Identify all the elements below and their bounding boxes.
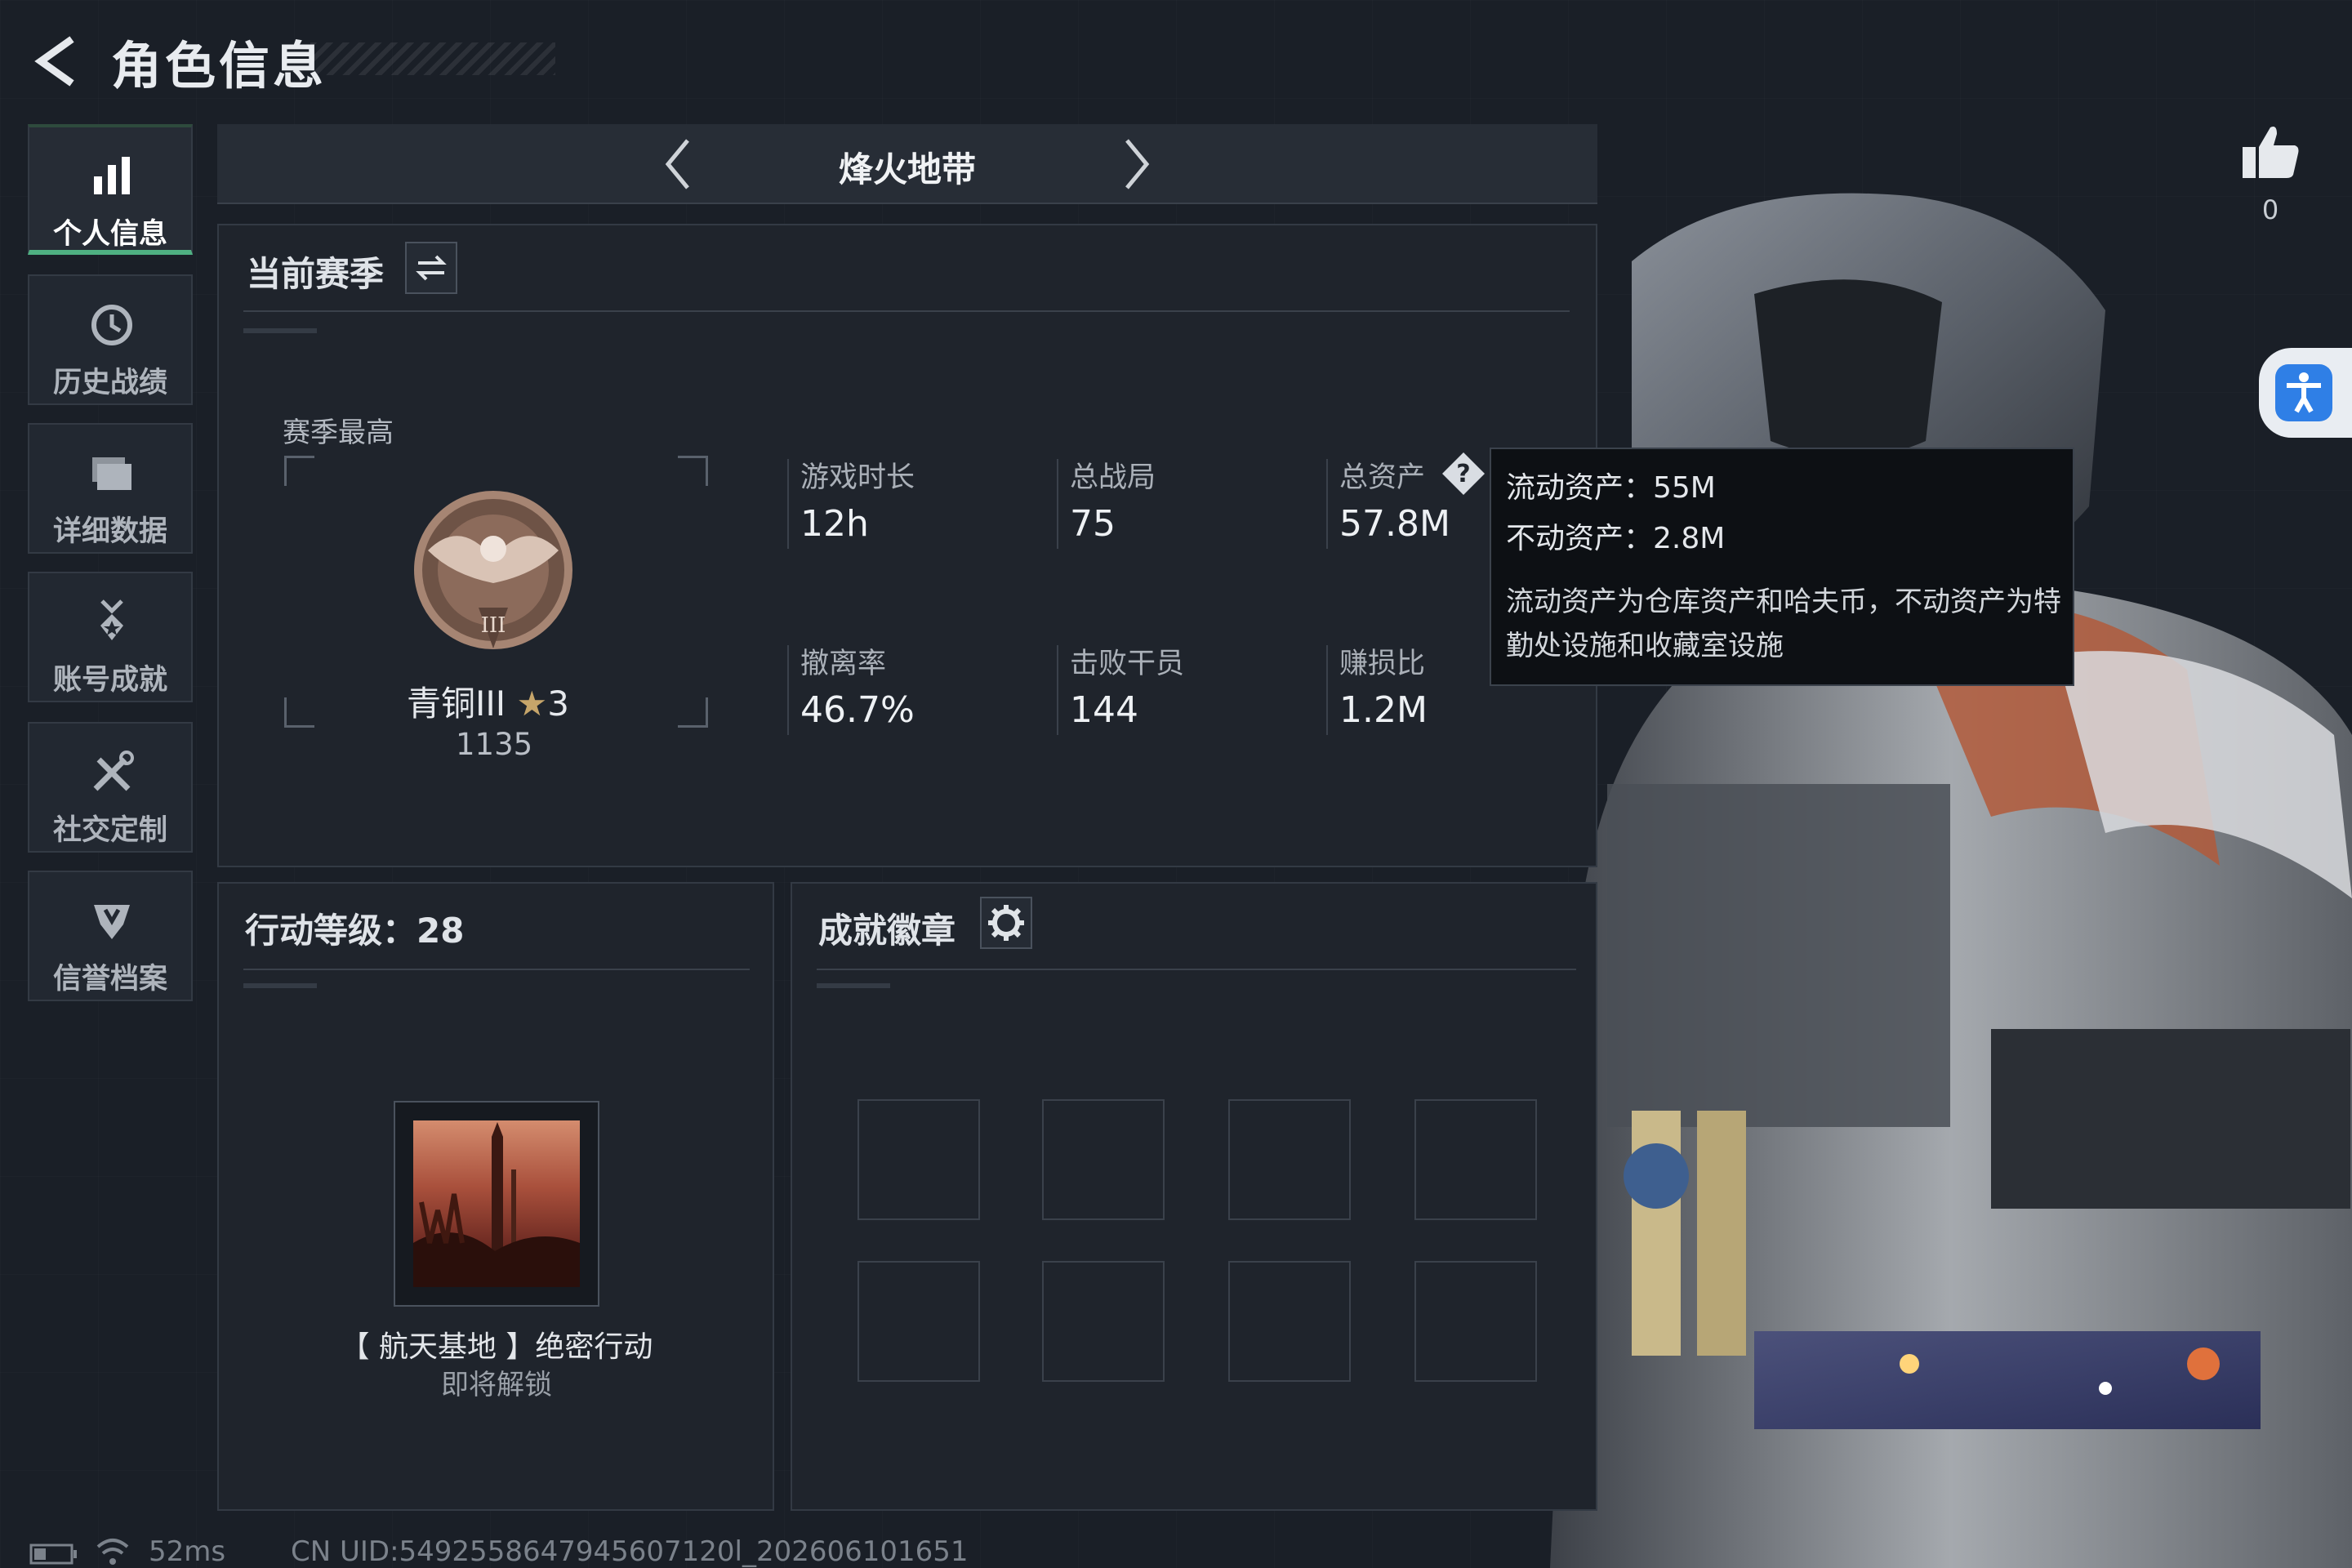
sidebar-item-credit[interactable]: 信誉档案 — [28, 871, 193, 1001]
badge-slot[interactable] — [1228, 1099, 1351, 1220]
folder-stack-icon — [92, 457, 131, 490]
tooltip-description: 流动资产为仓库资产和哈夫币，不动资产为特勤处设施和收藏室设施 — [1506, 586, 2061, 662]
sidebar-item-label: 个人信息 — [52, 218, 167, 251]
stat-value-extract-rate: 46.7% — [800, 689, 915, 731]
current-season-panel: 当前赛季 赛季最高 III 青铜III ★3 1135 游戏时长 12h 总战局… — [217, 224, 1597, 867]
rank-tier: 青铜III — [407, 684, 506, 724]
sidebar-item-personal-info[interactable]: 个人信息 — [28, 124, 193, 255]
svg-text:?: ? — [1456, 460, 1470, 488]
sidebar-item-detailed-data[interactable]: 详细数据 — [28, 423, 193, 554]
operation-card[interactable] — [394, 1101, 599, 1307]
assets-tooltip: 流动资产：55M 不动资产：2.8M 流动资产为仓库资产和哈夫币，不动资产为特勤… — [1490, 448, 2074, 686]
panel-decoration — [243, 983, 317, 988]
launch-site-image — [413, 1122, 580, 1287]
stat-value-kills: 144 — [1070, 689, 1138, 731]
stat-rule — [1326, 645, 1328, 735]
stat-rule — [1057, 645, 1058, 735]
badge-settings-button[interactable] — [980, 897, 1032, 949]
panel-decoration — [817, 983, 890, 988]
frame-corner — [678, 456, 708, 486]
mode-switcher: 烽火地带 — [217, 124, 1597, 204]
operation-name: 【 航天基地 】绝密行动 — [340, 1330, 653, 1364]
tooltip-fixed-assets: 不动资产：2.8M — [1506, 522, 1726, 555]
rank-stars: 3 — [547, 684, 569, 724]
stat-label-assets: 总资产 — [1339, 461, 1426, 494]
battery-icon — [29, 1544, 77, 1565]
frame-corner — [284, 456, 314, 486]
operation-status: 即将解锁 — [441, 1369, 552, 1401]
sidebar-item-social[interactable]: 社交定制 — [28, 722, 193, 853]
frame-corner — [678, 697, 708, 728]
panel-divider — [817, 969, 1576, 970]
badge-slot[interactable] — [858, 1261, 980, 1382]
sidebar-item-label: 信誉档案 — [52, 963, 167, 996]
sidebar-item-history[interactable]: 历史战绩 — [28, 274, 193, 405]
stat-rule — [1326, 459, 1328, 549]
stat-label-extract-rate: 撤离率 — [800, 648, 887, 680]
badge-slot[interactable] — [1042, 1261, 1165, 1382]
svg-text:III: III — [481, 613, 506, 638]
season-best-label: 赛季最高 — [283, 416, 394, 449]
character-art — [1550, 193, 2352, 1568]
page-title: 角色信息 — [111, 36, 327, 96]
bronze-rank-emblem: III — [414, 491, 572, 649]
stat-label-profit-ratio: 赚损比 — [1339, 648, 1426, 680]
stat-label-playtime: 游戏时长 — [800, 461, 915, 494]
bar-chart-icon — [94, 157, 130, 194]
stat-value-assets: 57.8M — [1339, 503, 1450, 545]
season-title: 当前赛季 — [247, 254, 385, 294]
stat-value-profit-ratio: 1.2M — [1339, 689, 1428, 731]
user-uid: CN UID:5492558647945607120l_202606101651 — [291, 1535, 969, 1568]
medal-icon — [100, 599, 123, 640]
stat-value-matches: 75 — [1070, 503, 1116, 545]
like-count: 0 — [2261, 194, 2279, 225]
tooltip-liquid-assets: 流动资产：55M — [1506, 471, 1716, 505]
panel-divider — [243, 969, 750, 970]
season-switch-button[interactable] — [405, 242, 457, 294]
stat-label-kills: 击败干员 — [1070, 648, 1185, 680]
sidebar-item-label: 历史战绩 — [52, 367, 167, 399]
back-arrow-icon[interactable] — [29, 33, 87, 90]
stat-rule — [1057, 459, 1058, 549]
help-icon[interactable]: ? — [1441, 451, 1486, 497]
badges-title: 成就徽章 — [818, 911, 956, 951]
gear-icon — [988, 905, 1024, 941]
sidebar-item-achievements[interactable]: 账号成就 — [28, 572, 193, 702]
wifi-icon — [96, 1539, 129, 1565]
thumbs-up-icon[interactable] — [2238, 119, 2303, 185]
stat-rule — [787, 459, 789, 549]
accessibility-icon — [2275, 364, 2332, 421]
swap-icon — [416, 255, 447, 281]
ping-value: 52ms — [149, 1535, 226, 1568]
sidebar-item-label: 账号成就 — [52, 664, 167, 697]
accessibility-button[interactable] — [2259, 348, 2352, 438]
operation-thumbnail — [413, 1120, 580, 1287]
rank-score: 1135 — [456, 727, 533, 762]
frame-corner — [284, 697, 314, 728]
panel-decoration — [243, 328, 317, 333]
achievement-badges-panel: 成就徽章 — [791, 882, 1597, 1511]
badge-slot[interactable] — [1228, 1261, 1351, 1382]
sidebar-item-label: 社交定制 — [52, 814, 167, 847]
stat-label-matches: 总战局 — [1070, 461, 1156, 494]
tools-icon — [93, 751, 134, 791]
star-icon: ★ — [516, 684, 548, 724]
panel-divider — [243, 310, 1570, 312]
clock-history-icon — [91, 305, 132, 345]
mode-title: 烽火地带 — [838, 149, 976, 189]
title-decoration — [310, 42, 555, 75]
badge-slot[interactable] — [1414, 1099, 1537, 1220]
action-level-title: 行动等级：28 — [245, 911, 465, 951]
badge-slot[interactable] — [1414, 1261, 1537, 1382]
stat-rule — [787, 645, 789, 735]
rank-name: 青铜III ★3 — [407, 676, 569, 726]
chevron-right-icon[interactable] — [1107, 136, 1165, 193]
stat-value-playtime: 12h — [800, 503, 869, 545]
badge-slot[interactable] — [858, 1099, 980, 1220]
shield-icon — [94, 905, 130, 939]
badge-slot[interactable] — [1042, 1099, 1165, 1220]
sidebar-item-label: 详细数据 — [52, 515, 167, 548]
